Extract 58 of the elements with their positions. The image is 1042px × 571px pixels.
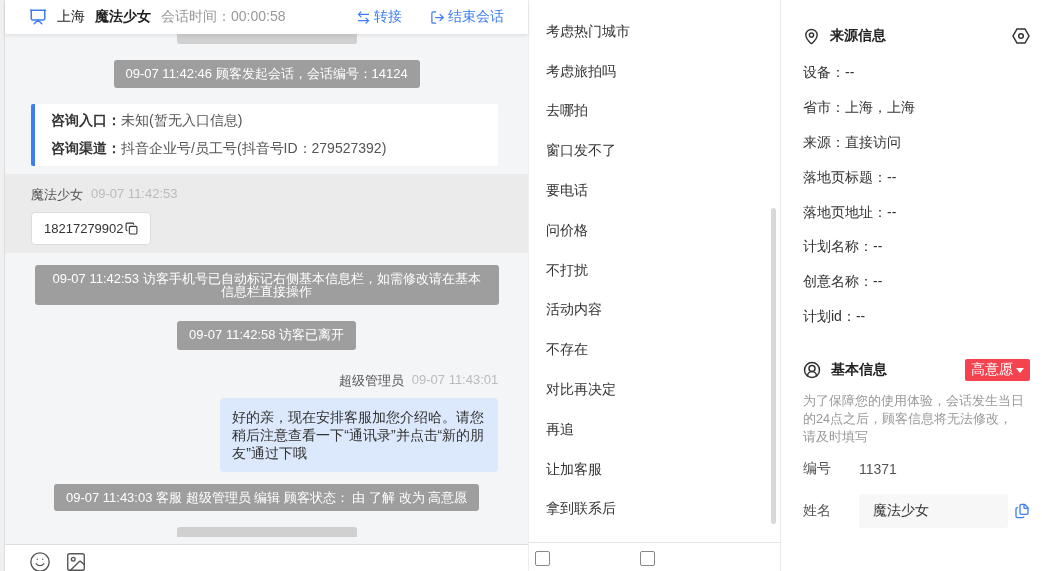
quick-reply-item[interactable]: 不存在 (546, 330, 771, 371)
sender-name: 超级管理员 (338, 371, 404, 390)
image-icon[interactable] (65, 551, 87, 571)
checkbox[interactable] (535, 551, 551, 566)
caret-icon (1016, 367, 1024, 373)
end-session-button[interactable]: 结束会话 (430, 8, 505, 26)
info-field: 落地页标题：-- (803, 168, 897, 187)
system-message: 09-07 11:42:46 顾客发起会话，会话编号：14124 (113, 60, 420, 89)
quick-reply-item[interactable]: 考虑热门城市 (546, 12, 771, 52)
quick-reply-item[interactable]: 让加客服 (546, 449, 771, 490)
sender-name: 魔法少女 (31, 186, 83, 205)
section-title: 来源信息 (830, 27, 887, 45)
user-icon (803, 361, 821, 380)
name-field[interactable]: 魔法少女 (859, 494, 1008, 529)
location-pin-icon (803, 27, 820, 45)
message-bubble: 好的亲，现在安排客服加您介绍哈。请您稍后注意查看一下“通讯录”并点击“新的朋友”通过下哦 (220, 397, 499, 472)
session-timer: 会话时间：00:00:58 (161, 8, 287, 26)
system-message: 09-07 11:43:03 客服 超级管理员 编辑 顾客状态： 由 了解 改为 高意愿 (53, 483, 480, 511)
copy-icon[interactable] (124, 222, 138, 236)
quick-reply-item[interactable]: 考虑旅拍吗 (546, 51, 771, 92)
transfer-button[interactable]: 转接 (356, 8, 403, 26)
emoji-icon[interactable] (29, 551, 51, 571)
info-field: 设备：-- (803, 64, 855, 83)
info-field: 省市：上海，上海 (803, 99, 915, 118)
quick-reply-item[interactable]: 问价格 (546, 211, 771, 251)
quick-reply-item[interactable]: 活动内容 (546, 290, 771, 331)
message-time: 09-07 11:43:01 (411, 371, 499, 389)
system-message: 09-07 11:42:53 访客手机号已自动标记右侧基本信息栏，如需修改请在基本信息栏直接操作 (34, 265, 499, 306)
info-line: 咨询渠道：抖音企业号/员工号(抖音号ID：279527392) (51, 140, 388, 159)
info-field: 计划名称：-- (803, 238, 883, 257)
quick-reply-item[interactable]: 再追 (546, 409, 771, 450)
monitor-icon (29, 8, 47, 26)
field-label: 姓名 (803, 502, 832, 521)
phone-number: 18217279902 (44, 221, 124, 237)
field-value: 11371 (859, 461, 897, 478)
quick-reply-item[interactable]: 不打扰 (546, 250, 771, 291)
system-message: 09-07 11:42:58 访客已离开 (177, 321, 357, 350)
quick-reply-item[interactable]: 拿到联系后 (546, 489, 771, 530)
logout-icon (430, 9, 446, 25)
info-line: 咨询入口：未知(暂无入口信息) (51, 112, 244, 131)
info-field: 落地页地址：-- (803, 203, 897, 222)
quick-reply-item[interactable]: 对比再决定 (546, 370, 771, 410)
info-field: 计划id：-- (803, 307, 866, 326)
field-label: 编号 (803, 460, 832, 479)
settings-icon[interactable] (1012, 27, 1030, 45)
intent-dropdown[interactable]: 高意愿 (965, 359, 1030, 382)
quick-reply-item[interactable]: 去哪拍 (546, 91, 771, 132)
swap-arrows-icon (356, 9, 372, 25)
info-field: 创意名称：-- (803, 273, 883, 292)
scrollbar[interactable] (771, 208, 776, 524)
checkbox[interactable] (640, 551, 656, 566)
section-title: 基本信息 (831, 361, 888, 380)
visitor-name: 魔法少女 (95, 8, 151, 26)
notice-text: 为了保障您的使用体验，会话发生当日的24点之后，顾客信息将无法修改，请及时填写 (803, 393, 1025, 447)
location-text: 上海 (57, 8, 85, 26)
info-field: 来源：直接访问 (803, 134, 901, 152)
quick-reply-item[interactable]: 窗口发不了 (546, 131, 771, 172)
quick-reply-item[interactable]: 要电话 (546, 171, 771, 211)
